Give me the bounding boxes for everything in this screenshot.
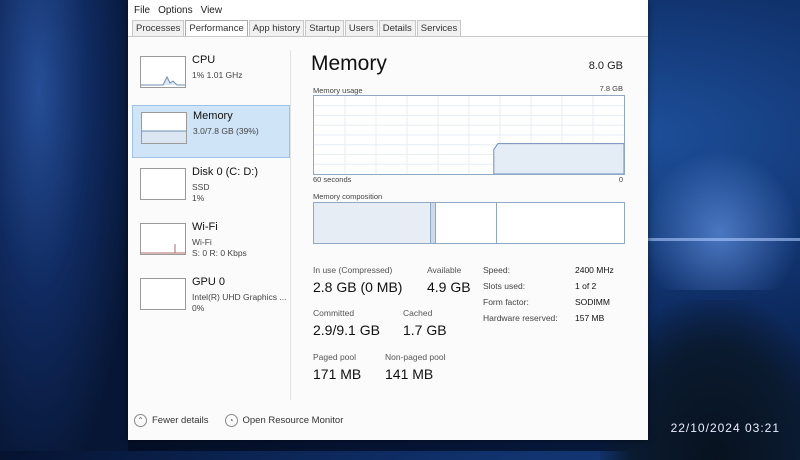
- memory-composition-bar: [313, 202, 625, 244]
- tab-services[interactable]: Services: [416, 20, 462, 36]
- stat-label: Non-paged pool: [385, 352, 446, 362]
- resource-sidebar: CPU 1% 1.01 GHz Memory 3.0/7.8 GB (39%) …: [132, 50, 290, 327]
- sidebar-item-detail: Intel(R) UHD Graphics ...: [192, 292, 287, 302]
- tab-bar: Processes Performance App history Startu…: [128, 20, 648, 37]
- tab-users[interactable]: Users: [344, 20, 378, 36]
- sidebar-item-label: GPU 0: [192, 276, 226, 288]
- desktop-horizon: [640, 238, 800, 241]
- stat-available: Available 4.9 GB: [427, 265, 471, 295]
- menu-bar: File Options View: [128, 0, 648, 20]
- stat-value: 141 MB: [385, 366, 434, 382]
- spec-value: SODIMM: [575, 297, 610, 307]
- sidebar-item-detail: Wi-Fi: [192, 237, 212, 247]
- stat-nonpaged-pool: Non-paged pool 141 MB: [385, 352, 446, 382]
- stat-value: 171 MB: [313, 366, 362, 382]
- disk-thumbnail-graph: [140, 168, 186, 200]
- stat-committed: Committed 2.9/9.1 GB: [313, 308, 380, 338]
- spec-label: Speed:: [483, 265, 510, 275]
- sidebar-item-label: Memory: [193, 110, 233, 122]
- spec-speed: Speed: 2400 MHz: [483, 265, 623, 275]
- stat-label: Cached: [403, 308, 433, 318]
- desktop-background-left: [0, 0, 128, 451]
- composition-free: [497, 203, 623, 243]
- memory-thumbnail-graph: [141, 112, 187, 144]
- stat-value: 2.8 GB (0 MB): [313, 279, 403, 295]
- stat-value: 1.7 GB: [403, 322, 447, 338]
- memory-usage-max: 7.8 GB: [599, 84, 623, 93]
- sidebar-item-detail: 3.0/7.8 GB (39%): [193, 126, 259, 136]
- graph-time-left: 60 seconds: [313, 175, 352, 184]
- tab-performance[interactable]: Performance: [185, 20, 248, 36]
- wifi-thumbnail-graph: [140, 223, 186, 255]
- cpu-thumbnail-graph: [140, 56, 186, 88]
- taskbar-clock: 22/10/2024 03:21: [670, 421, 780, 435]
- sidebar-item-wifi[interactable]: Wi-Fi Wi-Fi S: 0 R: 0 Kbps: [132, 217, 290, 268]
- gpu-thumbnail-graph: [140, 278, 186, 310]
- spec-label: Slots used:: [483, 281, 526, 291]
- stat-label: In use (Compressed): [313, 265, 393, 275]
- sidebar-item-gpu[interactable]: GPU 0 Intel(R) UHD Graphics ... 0%: [132, 272, 290, 323]
- stat-in-use: In use (Compressed) 2.8 GB (0 MB): [313, 265, 402, 295]
- menu-file[interactable]: File: [134, 5, 150, 16]
- sidebar-item-memory[interactable]: Memory 3.0/7.8 GB (39%): [132, 105, 290, 158]
- memory-total: 8.0 GB: [588, 60, 623, 72]
- composition-standby: [436, 203, 497, 243]
- stat-paged-pool: Paged pool 171 MB: [313, 352, 361, 382]
- memory-usage-label: Memory usage: [313, 86, 363, 95]
- spec-value: 157 MB: [575, 313, 605, 323]
- stat-value: 4.9 GB: [427, 279, 471, 295]
- stat-value: 2.9/9.1 GB: [313, 322, 380, 338]
- spec-value: 2400 MHz: [575, 265, 614, 275]
- desktop-glow: [640, 150, 800, 290]
- stat-label: Committed: [313, 308, 355, 318]
- stat-cached: Cached 1.7 GB: [403, 308, 447, 338]
- sidebar-item-label: Disk 0 (C: D:): [192, 166, 258, 178]
- memory-usage-graph: [313, 95, 625, 175]
- panel-divider: [290, 50, 291, 400]
- sidebar-item-detail-2: 1%: [192, 193, 205, 203]
- tab-app-history[interactable]: App history: [248, 20, 305, 36]
- sidebar-item-label: CPU: [192, 54, 216, 66]
- collapse-arrow-icon[interactable]: ⌃: [134, 414, 147, 427]
- spec-label: Hardware reserved:: [483, 313, 558, 323]
- fewer-details-link[interactable]: Fewer details: [152, 415, 209, 426]
- stat-label: Paged pool: [313, 352, 357, 362]
- spec-form-factor: Form factor: SODIMM: [483, 297, 623, 307]
- sidebar-item-disk[interactable]: Disk 0 (C: D:) SSD 1%: [132, 162, 290, 213]
- spec-label: Form factor:: [483, 297, 529, 307]
- usage-graph-svg: [314, 96, 624, 174]
- sidebar-item-label: Wi-Fi: [192, 221, 218, 233]
- sidebar-item-detail: 1% 1.01 GHz: [192, 70, 243, 80]
- sidebar-item-detail: SSD: [192, 182, 210, 192]
- memory-composition-label: Memory composition: [313, 192, 383, 201]
- resource-monitor-icon[interactable]: ◔: [224, 414, 238, 427]
- composition-in-use: [314, 203, 431, 243]
- tab-processes[interactable]: Processes: [132, 20, 185, 36]
- menu-options[interactable]: Options: [158, 5, 192, 16]
- tab-details[interactable]: Details: [378, 20, 416, 36]
- menu-view[interactable]: View: [201, 5, 223, 16]
- footer-bar: ⌃ Fewer details ◔ Open Resource Monitor: [134, 414, 343, 427]
- memory-usage-area: [493, 143, 624, 174]
- sidebar-item-detail-2: 0%: [192, 303, 205, 313]
- sidebar-item-cpu[interactable]: CPU 1% 1.01 GHz: [132, 50, 290, 101]
- page-title: Memory: [311, 52, 387, 75]
- spec-slots: Slots used: 1 of 2: [483, 281, 623, 291]
- spec-value: 1 of 2: [575, 281, 597, 291]
- tab-startup[interactable]: Startup: [305, 20, 344, 36]
- task-manager-window: File Options View Processes Performance …: [128, 0, 648, 440]
- open-resource-monitor-link[interactable]: Open Resource Monitor: [243, 415, 344, 426]
- stat-label: Available: [427, 265, 462, 275]
- spec-hardware-reserved: Hardware reserved: 157 MB: [483, 313, 623, 323]
- sidebar-item-detail-2: S: 0 R: 0 Kbps: [192, 248, 247, 258]
- graph-time-right: 0: [618, 175, 623, 184]
